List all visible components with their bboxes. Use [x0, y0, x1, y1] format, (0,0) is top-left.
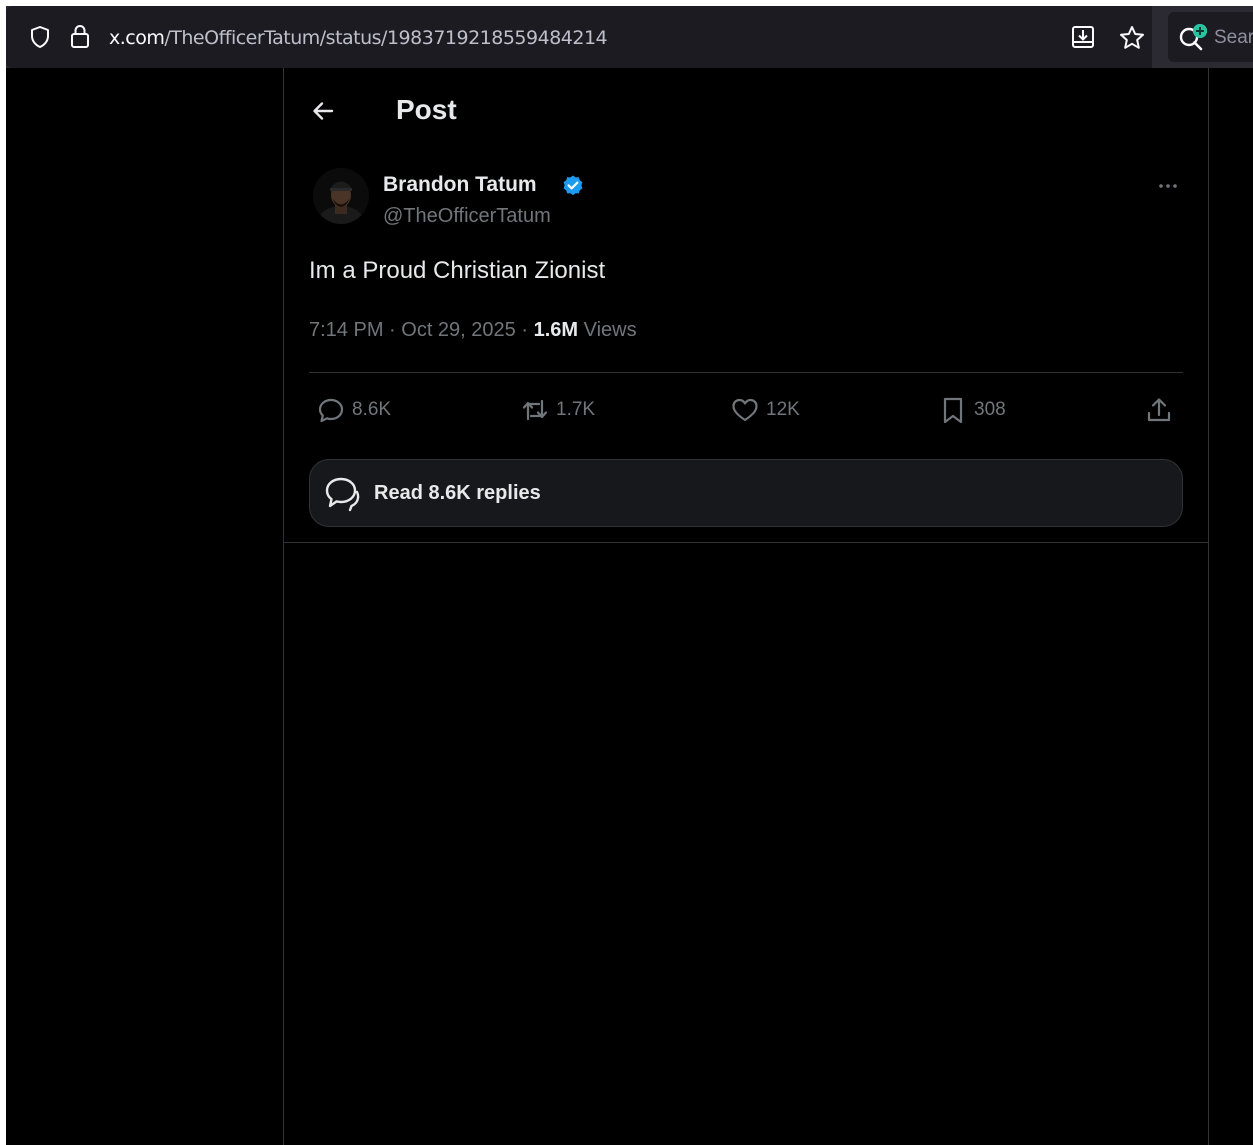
share-button[interactable]: [1144, 390, 1180, 430]
bookmark-count: 308: [974, 399, 1006, 420]
bookmark-star-icon[interactable]: [1118, 24, 1146, 52]
reply-icon: [318, 398, 344, 423]
heart-icon: [732, 398, 758, 422]
save-to-pocket-icon[interactable]: [1070, 24, 1096, 50]
divider: [309, 372, 1183, 373]
tracking-protection-shield-icon[interactable]: [28, 25, 52, 49]
reply-count: 8.6K: [352, 399, 392, 420]
avatar-image: [313, 168, 369, 224]
share-icon: [1147, 398, 1171, 422]
primary-column: Post Brandon Tatum @TheOfficerTatum Im a…: [283, 68, 1209, 1145]
like-button[interactable]: 12K: [730, 390, 800, 430]
address-bar[interactable]: x.com/TheOfficerTatum/status/19837192185…: [6, 6, 1152, 68]
like-count: 12K: [766, 399, 800, 420]
more-options-icon[interactable]: [1154, 176, 1182, 196]
avatar[interactable]: [313, 168, 369, 224]
post-time[interactable]: 7:14 PM: [309, 319, 383, 341]
read-replies-label: Read 8.6K replies: [374, 481, 541, 504]
author-handle[interactable]: @TheOfficerTatum: [383, 205, 551, 228]
page-content: Post Brandon Tatum @TheOfficerTatum Im a…: [6, 68, 1253, 1145]
url-path: /TheOfficerTatum/status/1983719218559484…: [164, 27, 608, 49]
repost-count: 1.7K: [556, 399, 596, 420]
author-name[interactable]: Brandon Tatum: [383, 173, 537, 197]
lock-icon[interactable]: [68, 23, 92, 49]
reply-button[interactable]: 8.6K: [316, 390, 391, 430]
verified-badge-icon[interactable]: [561, 174, 585, 198]
bookmark-icon: [943, 397, 963, 424]
repost-icon: [522, 399, 548, 421]
thread-divider: [284, 542, 1208, 543]
url-host: x.com: [109, 27, 165, 49]
url-text[interactable]: x.com/TheOfficerTatum/status/19837192185…: [109, 27, 608, 49]
post-header: Post: [284, 68, 1208, 154]
post-metadata: 7:14 PM · Oct 29, 2025 · 1.6M Views: [309, 319, 637, 342]
conversation-icon: [325, 477, 360, 512]
bookmark-button[interactable]: 308: [938, 390, 1006, 430]
meta-separator: ·: [515, 319, 534, 341]
post-text: Im a Proud Christian Zionist: [309, 257, 606, 284]
page-title: Post: [396, 94, 457, 125]
views-count: 1.6M: [533, 319, 579, 341]
back-arrow-icon[interactable]: [310, 98, 336, 124]
repost-button[interactable]: 1.7K: [520, 390, 595, 430]
search-placeholder: Sear: [1214, 27, 1253, 48]
search-engine-icon[interactable]: [1176, 22, 1210, 52]
post-date[interactable]: Oct 29, 2025: [401, 319, 516, 341]
post-actions-bar: 8.6K 1.7K 12K 308: [284, 390, 1208, 430]
views-label: Views: [583, 319, 637, 341]
meta-separator: ·: [383, 319, 402, 341]
read-replies-button[interactable]: Read 8.6K replies: [309, 459, 1183, 527]
